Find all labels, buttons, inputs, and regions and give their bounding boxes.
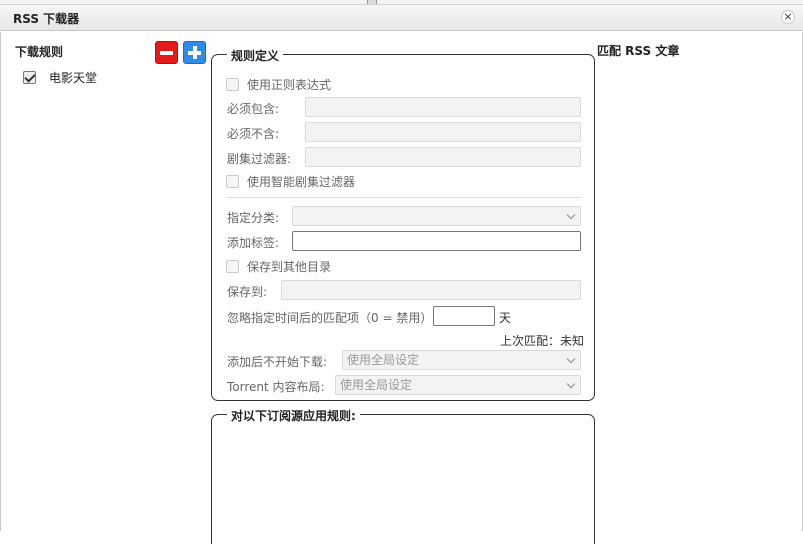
apply-to-feeds-legend: 对以下订阅源应用规则: <box>218 407 360 424</box>
rule-label: 电影天堂 <box>49 71 98 85</box>
must-not-contain-label: 必须不含: <box>227 127 280 141</box>
category-label-row: 指定分类: <box>227 209 279 226</box>
rule-definition-group: 规则定义 使用正则表达式 必须包含: 必须不含: 剧集过滤器: 使用智能剧集过滤… <box>211 47 595 401</box>
remove-rule-button[interactable] <box>155 41 178 64</box>
chevron-down-icon <box>566 379 576 389</box>
chevron-down-icon <box>566 210 576 220</box>
episode-filter-label-row: 剧集过滤器: <box>227 150 291 167</box>
chevron-down-icon <box>566 354 576 364</box>
save-to-label-row: 保存到: <box>227 283 267 300</box>
dialog-body: 下载规则 电影天堂 规则定义 使用正则表达式 必须包含: 必须不含: 剧集过滤器… <box>0 32 803 544</box>
content-layout-select[interactable]: 使用全局设定 <box>335 375 581 395</box>
save-other-dir-row[interactable]: 保存到其他目录 <box>226 258 331 275</box>
save-to-label: 保存到: <box>227 285 268 299</box>
last-match-label: 上次匹配：未知 <box>499 334 584 348</box>
smart-filter-label: 使用智能剧集过滤器 <box>247 175 356 189</box>
ignore-days-label: 忽略指定时间后的匹配项（0 = 禁用） <box>227 311 433 325</box>
close-icon[interactable]: × <box>781 10 795 24</box>
dialog-title: RSS 下载器 <box>13 12 80 26</box>
ignore-days-input[interactable] <box>433 306 495 326</box>
rule-definition-legend: 规则定义 <box>217 47 284 64</box>
episode-filter-label: 剧集过滤器: <box>227 152 292 166</box>
apply-to-feeds-group: 对以下订阅源应用规则: <box>211 407 595 544</box>
save-to-input[interactable] <box>281 280 581 300</box>
must-contain-label-row: 必须包含: <box>227 100 279 117</box>
add-paused-value: 使用全局设定 <box>347 353 420 367</box>
save-other-dir-label: 保存到其他目录 <box>247 260 332 274</box>
smart-filter-row[interactable]: 使用智能剧集过滤器 <box>226 173 355 190</box>
content-layout-value: 使用全局设定 <box>340 378 413 392</box>
category-select[interactable] <box>292 206 581 226</box>
dialog-titlebar: RSS 下载器 × <box>0 4 803 31</box>
content-layout-label: Torrent 内容布局: <box>227 380 325 394</box>
add-paused-label: 添加后不开始下载: <box>227 355 328 369</box>
section-divider <box>226 197 582 198</box>
category-label: 指定分类: <box>227 211 280 225</box>
add-paused-select[interactable]: 使用全局设定 <box>342 350 581 370</box>
must-contain-input[interactable] <box>305 97 581 117</box>
use-regex-row[interactable]: 使用正则表达式 <box>226 76 331 93</box>
must-not-contain-input[interactable] <box>305 122 581 142</box>
add-paused-label-row: 添加后不开始下载: <box>227 353 327 370</box>
must-contain-label: 必须包含: <box>227 102 280 116</box>
add-tags-label: 添加标签: <box>227 236 280 250</box>
ignore-days-label-row: 忽略指定时间后的匹配项（0 = 禁用） <box>227 309 432 326</box>
episode-filter-input[interactable] <box>305 147 581 167</box>
rules-heading: 下载规则 <box>15 45 64 59</box>
tags-label-row: 添加标签: <box>227 234 279 251</box>
add-tags-input[interactable] <box>292 231 581 251</box>
use-regex-checkbox[interactable] <box>226 78 239 91</box>
smart-filter-checkbox[interactable] <box>226 175 239 188</box>
use-regex-label: 使用正则表达式 <box>247 78 332 92</box>
rule-enabled-checkbox[interactable] <box>23 71 36 84</box>
add-rule-button[interactable] <box>183 41 206 64</box>
content-layout-label-row: Torrent 内容布局: <box>227 378 325 395</box>
matching-articles-heading: 匹配 RSS 文章 <box>597 44 680 58</box>
must-not-contain-label-row: 必须不含: <box>227 125 279 142</box>
days-unit-row: 天 <box>499 309 511 326</box>
last-match-row: 上次匹配：未知 <box>500 332 584 349</box>
days-unit-label: 天 <box>499 311 512 325</box>
save-other-dir-checkbox[interactable] <box>226 260 239 273</box>
rule-list-item[interactable]: 电影天堂 <box>23 69 97 86</box>
